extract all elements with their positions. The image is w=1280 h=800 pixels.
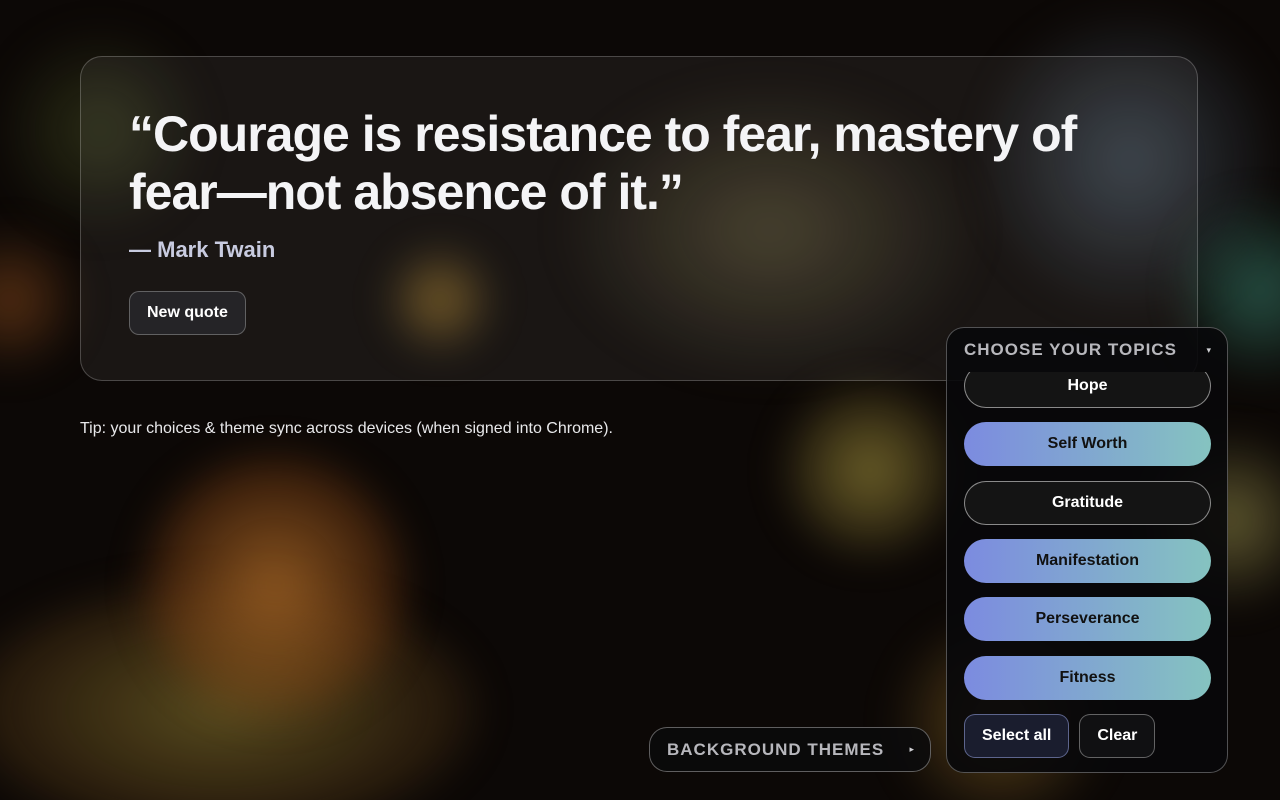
caret-down-icon: ▾ xyxy=(1206,344,1211,355)
topics-title: CHOOSE YOUR TOPICS xyxy=(964,340,1177,359)
topic-chip-self-worth[interactable]: Self Worth xyxy=(964,422,1211,466)
new-quote-button[interactable]: New quote xyxy=(129,291,246,335)
caret-right-icon: ▸ xyxy=(909,744,914,754)
topic-chip-fitness[interactable]: Fitness xyxy=(964,656,1211,700)
topic-actions: Select all Clear xyxy=(964,714,1156,758)
topic-list[interactable]: Hope Self Worth Gratitude Manifestation … xyxy=(964,372,1211,702)
clear-button[interactable]: Clear xyxy=(1079,714,1156,758)
tip-text: Tip: your choices & theme sync across de… xyxy=(80,420,613,437)
topics-panel: CHOOSE YOUR TOPICS ▾ Hope Self Worth Gra… xyxy=(946,327,1228,773)
background-themes-label: BACKGROUND THEMES xyxy=(667,739,885,759)
topic-chip-hope[interactable]: Hope xyxy=(964,372,1211,408)
topics-header[interactable]: CHOOSE YOUR TOPICS ▾ xyxy=(964,340,1211,360)
topic-chip-perseverance[interactable]: Perseverance xyxy=(964,597,1211,641)
quote-author: — Mark Twain xyxy=(129,237,276,262)
select-all-button[interactable]: Select all xyxy=(964,714,1070,758)
topic-chip-gratitude[interactable]: Gratitude xyxy=(964,481,1211,525)
quote-text: “Courage is resistance to fear, mastery … xyxy=(129,106,1077,220)
topic-chip-manifestation[interactable]: Manifestation xyxy=(964,539,1211,583)
background-themes-toggle[interactable]: BACKGROUND THEMES ▸ xyxy=(649,727,931,772)
